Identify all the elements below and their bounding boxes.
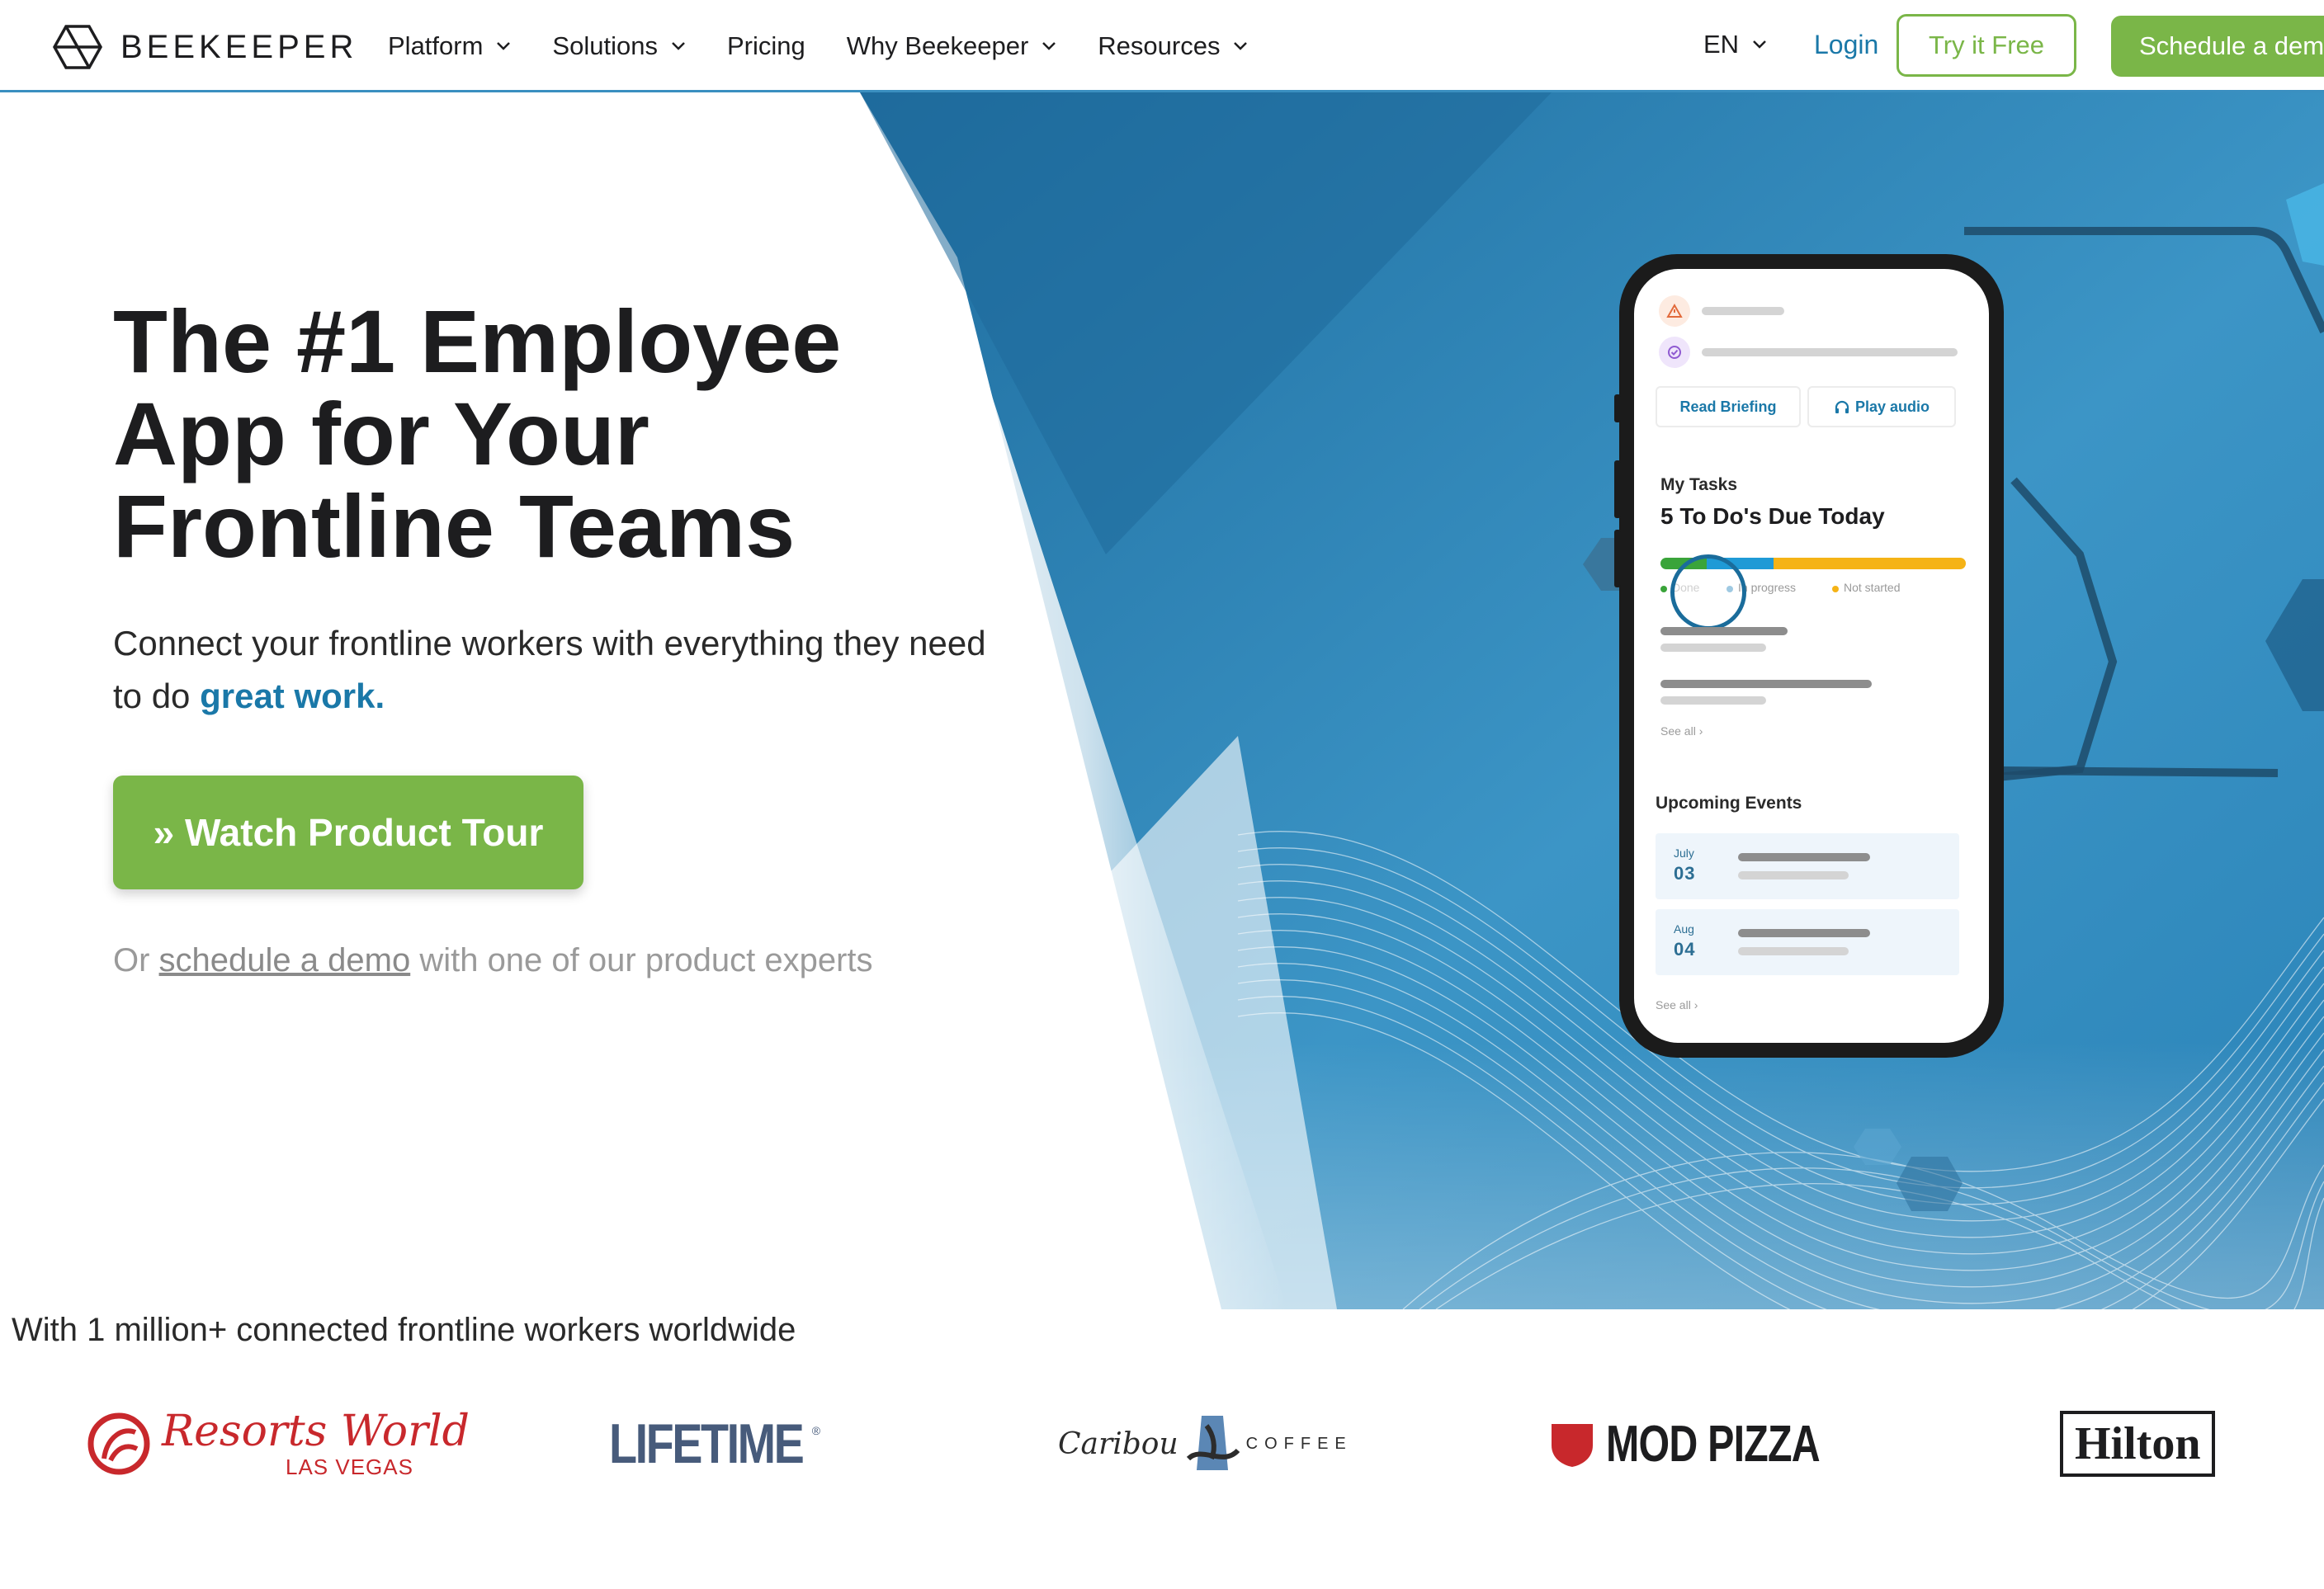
resorts-world-wordmark: Resorts World xyxy=(162,1407,470,1456)
lifetime-wordmark: LIFETIME xyxy=(609,1412,805,1475)
menu-solutions-label: Solutions xyxy=(552,31,658,60)
event-day: 04 xyxy=(1674,939,1696,960)
placeholder-bar xyxy=(1738,853,1870,861)
check-circle-icon xyxy=(1659,337,1690,368)
play-audio-button[interactable]: Play audio xyxy=(1807,386,1956,427)
menu-why-beekeeper-label: Why Beekeeper xyxy=(846,31,1029,60)
menu-platform[interactable]: Platform xyxy=(388,31,511,61)
chevron-right-icon: › xyxy=(1693,998,1698,1011)
phone-side-button xyxy=(1614,530,1621,587)
beekeeper-logo[interactable]: BEEKEEPER xyxy=(53,23,357,71)
see-all-tasks-link[interactable]: See all › xyxy=(1660,724,1703,738)
headphones-icon xyxy=(1835,400,1849,413)
chevron-down-icon xyxy=(497,42,511,50)
placeholder-bar xyxy=(1738,929,1870,937)
upcoming-events-label: Upcoming Events xyxy=(1656,794,1802,813)
event-card[interactable]: Aug 04 xyxy=(1656,909,1959,975)
see-all-label: See all xyxy=(1660,724,1696,738)
not-started-legend-dot xyxy=(1832,586,1839,592)
placeholder-bar xyxy=(1702,307,1784,315)
event-month: July xyxy=(1674,846,1694,860)
see-all-events-link[interactable]: See all › xyxy=(1656,998,1698,1011)
chevron-right-icon: › xyxy=(1698,724,1703,738)
caribou-coffee-logo: Caribou COFFEE xyxy=(1058,1403,1353,1485)
hero-headline: The #1 Employee App for Your Frontline T… xyxy=(113,295,856,573)
event-month: Aug xyxy=(1674,922,1694,936)
read-briefing-button[interactable]: Read Briefing xyxy=(1656,386,1801,427)
tasks-title: 5 To Do's Due Today xyxy=(1660,503,1885,529)
caribou-emblem-icon xyxy=(1186,1416,1240,1470)
headline-line: The #1 Employee xyxy=(113,291,842,391)
caribou-subtext: COFFEE xyxy=(1245,1434,1353,1453)
watch-product-tour-button[interactable]: » Watch Product Tour xyxy=(113,776,583,889)
top-navigation: BEEKEEPER Platform Solutions Pricing Why… xyxy=(0,0,2324,92)
schedule-demo-link[interactable]: schedule a demo xyxy=(159,942,411,978)
chevron-down-icon xyxy=(1753,40,1766,49)
see-all-label: See all xyxy=(1656,998,1691,1011)
registered-mark: ® xyxy=(811,1424,821,1437)
headline-line: App for Your xyxy=(113,384,649,483)
hero-subheading: Connect your frontline workers with ever… xyxy=(113,617,988,723)
or-prefix: Or xyxy=(113,942,159,978)
menu-solutions[interactable]: Solutions xyxy=(552,31,686,61)
phone-side-button xyxy=(1614,460,1621,518)
language-label: EN xyxy=(1703,30,1740,59)
event-card[interactable]: July 03 xyxy=(1656,833,1959,899)
customer-logo-strip: Resorts World LAS VEGAS LIFETIME ® Carib… xyxy=(0,1403,2324,1485)
subheading-highlight: great work. xyxy=(200,677,385,715)
caribou-wordmark: Caribou xyxy=(1058,1426,1179,1461)
schedule-demo-line: Or schedule a demo with one of our produ… xyxy=(113,942,873,979)
menu-why-beekeeper[interactable]: Why Beekeeper xyxy=(847,31,1057,61)
hilton-logo: Hilton xyxy=(2060,1403,2216,1485)
mod-pizza-wordmark: MOD PIZZA xyxy=(1606,1415,1821,1473)
placeholder-bar xyxy=(1738,871,1849,879)
resorts-world-logo: Resorts World LAS VEGAS xyxy=(86,1403,470,1485)
placeholder-bar xyxy=(1660,680,1872,688)
hilton-wordmark: Hilton xyxy=(2060,1411,2216,1477)
hexagon-logo-icon xyxy=(53,25,102,69)
placeholder-bar xyxy=(1702,348,1958,356)
try-free-button[interactable]: Try it Free xyxy=(1897,14,2076,77)
phone-screen: Read Briefing Play audio My Tasks 5 To D… xyxy=(1634,269,1989,1043)
or-suffix: with one of our product experts xyxy=(410,942,873,978)
resorts-world-emblem-icon xyxy=(87,1412,150,1475)
resorts-world-subtext: LAS VEGAS xyxy=(286,1455,413,1479)
warning-icon xyxy=(1659,295,1690,327)
progress-not-started-segment xyxy=(1773,558,1966,569)
placeholder-bar xyxy=(1660,627,1788,635)
event-day: 03 xyxy=(1674,863,1696,884)
placeholder-bar xyxy=(1660,644,1766,652)
social-proof-headline: With 1 million+ connected frontline work… xyxy=(12,1312,796,1348)
phone-side-button xyxy=(1614,394,1621,422)
menu-platform-label: Platform xyxy=(388,31,484,60)
placeholder-bar xyxy=(1660,696,1766,705)
chevron-down-icon xyxy=(672,42,685,50)
menu-pricing[interactable]: Pricing xyxy=(727,31,805,61)
menu-resources-label: Resources xyxy=(1098,31,1221,60)
headline-line: Frontline Teams xyxy=(113,476,796,576)
mod-pizza-shield-icon xyxy=(1552,1424,1593,1467)
menu-pricing-label: Pricing xyxy=(726,31,805,60)
menu-resources[interactable]: Resources xyxy=(1098,31,1248,61)
schedule-demo-button[interactable]: Schedule a demo xyxy=(2111,16,2324,77)
chevron-down-icon xyxy=(1234,42,1248,50)
tap-indicator xyxy=(1670,554,1746,630)
phone-mockup: Read Briefing Play audio My Tasks 5 To D… xyxy=(1614,254,2004,1058)
my-tasks-label: My Tasks xyxy=(1660,475,1737,494)
legend-not-started: Not started xyxy=(1844,581,1901,594)
play-audio-label: Play audio xyxy=(1854,398,1930,415)
login-link[interactable]: Login xyxy=(1814,30,1878,60)
lifetime-logo: LIFETIME ® xyxy=(609,1403,820,1485)
main-menu: Platform Solutions Pricing Why Beekeeper… xyxy=(388,0,1289,92)
language-selector[interactable]: EN xyxy=(1703,30,1767,59)
brand-name: BEEKEEPER xyxy=(120,28,358,65)
chevron-down-icon xyxy=(1042,42,1056,50)
done-legend-dot xyxy=(1660,586,1667,592)
legend-in-progress: In progress xyxy=(1738,581,1797,594)
placeholder-bar xyxy=(1738,947,1849,955)
mod-pizza-logo: MOD PIZZA xyxy=(1548,1403,1880,1485)
